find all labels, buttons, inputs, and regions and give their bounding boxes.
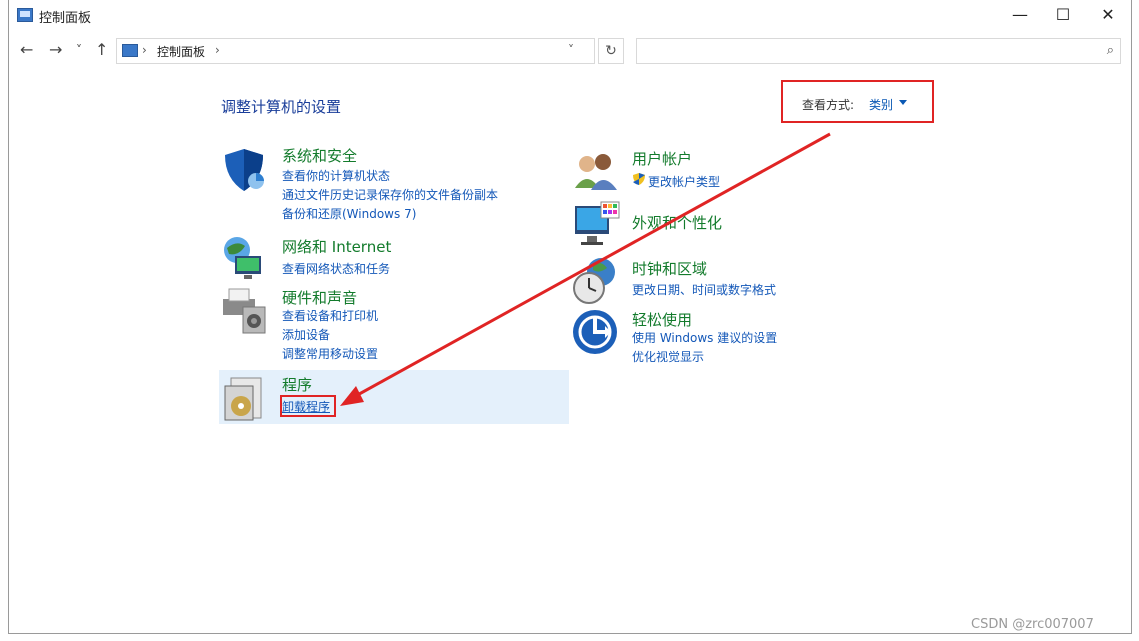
watermark: CSDN @zrc007007: [971, 617, 1094, 632]
annotation-arrow: [340, 132, 831, 406]
